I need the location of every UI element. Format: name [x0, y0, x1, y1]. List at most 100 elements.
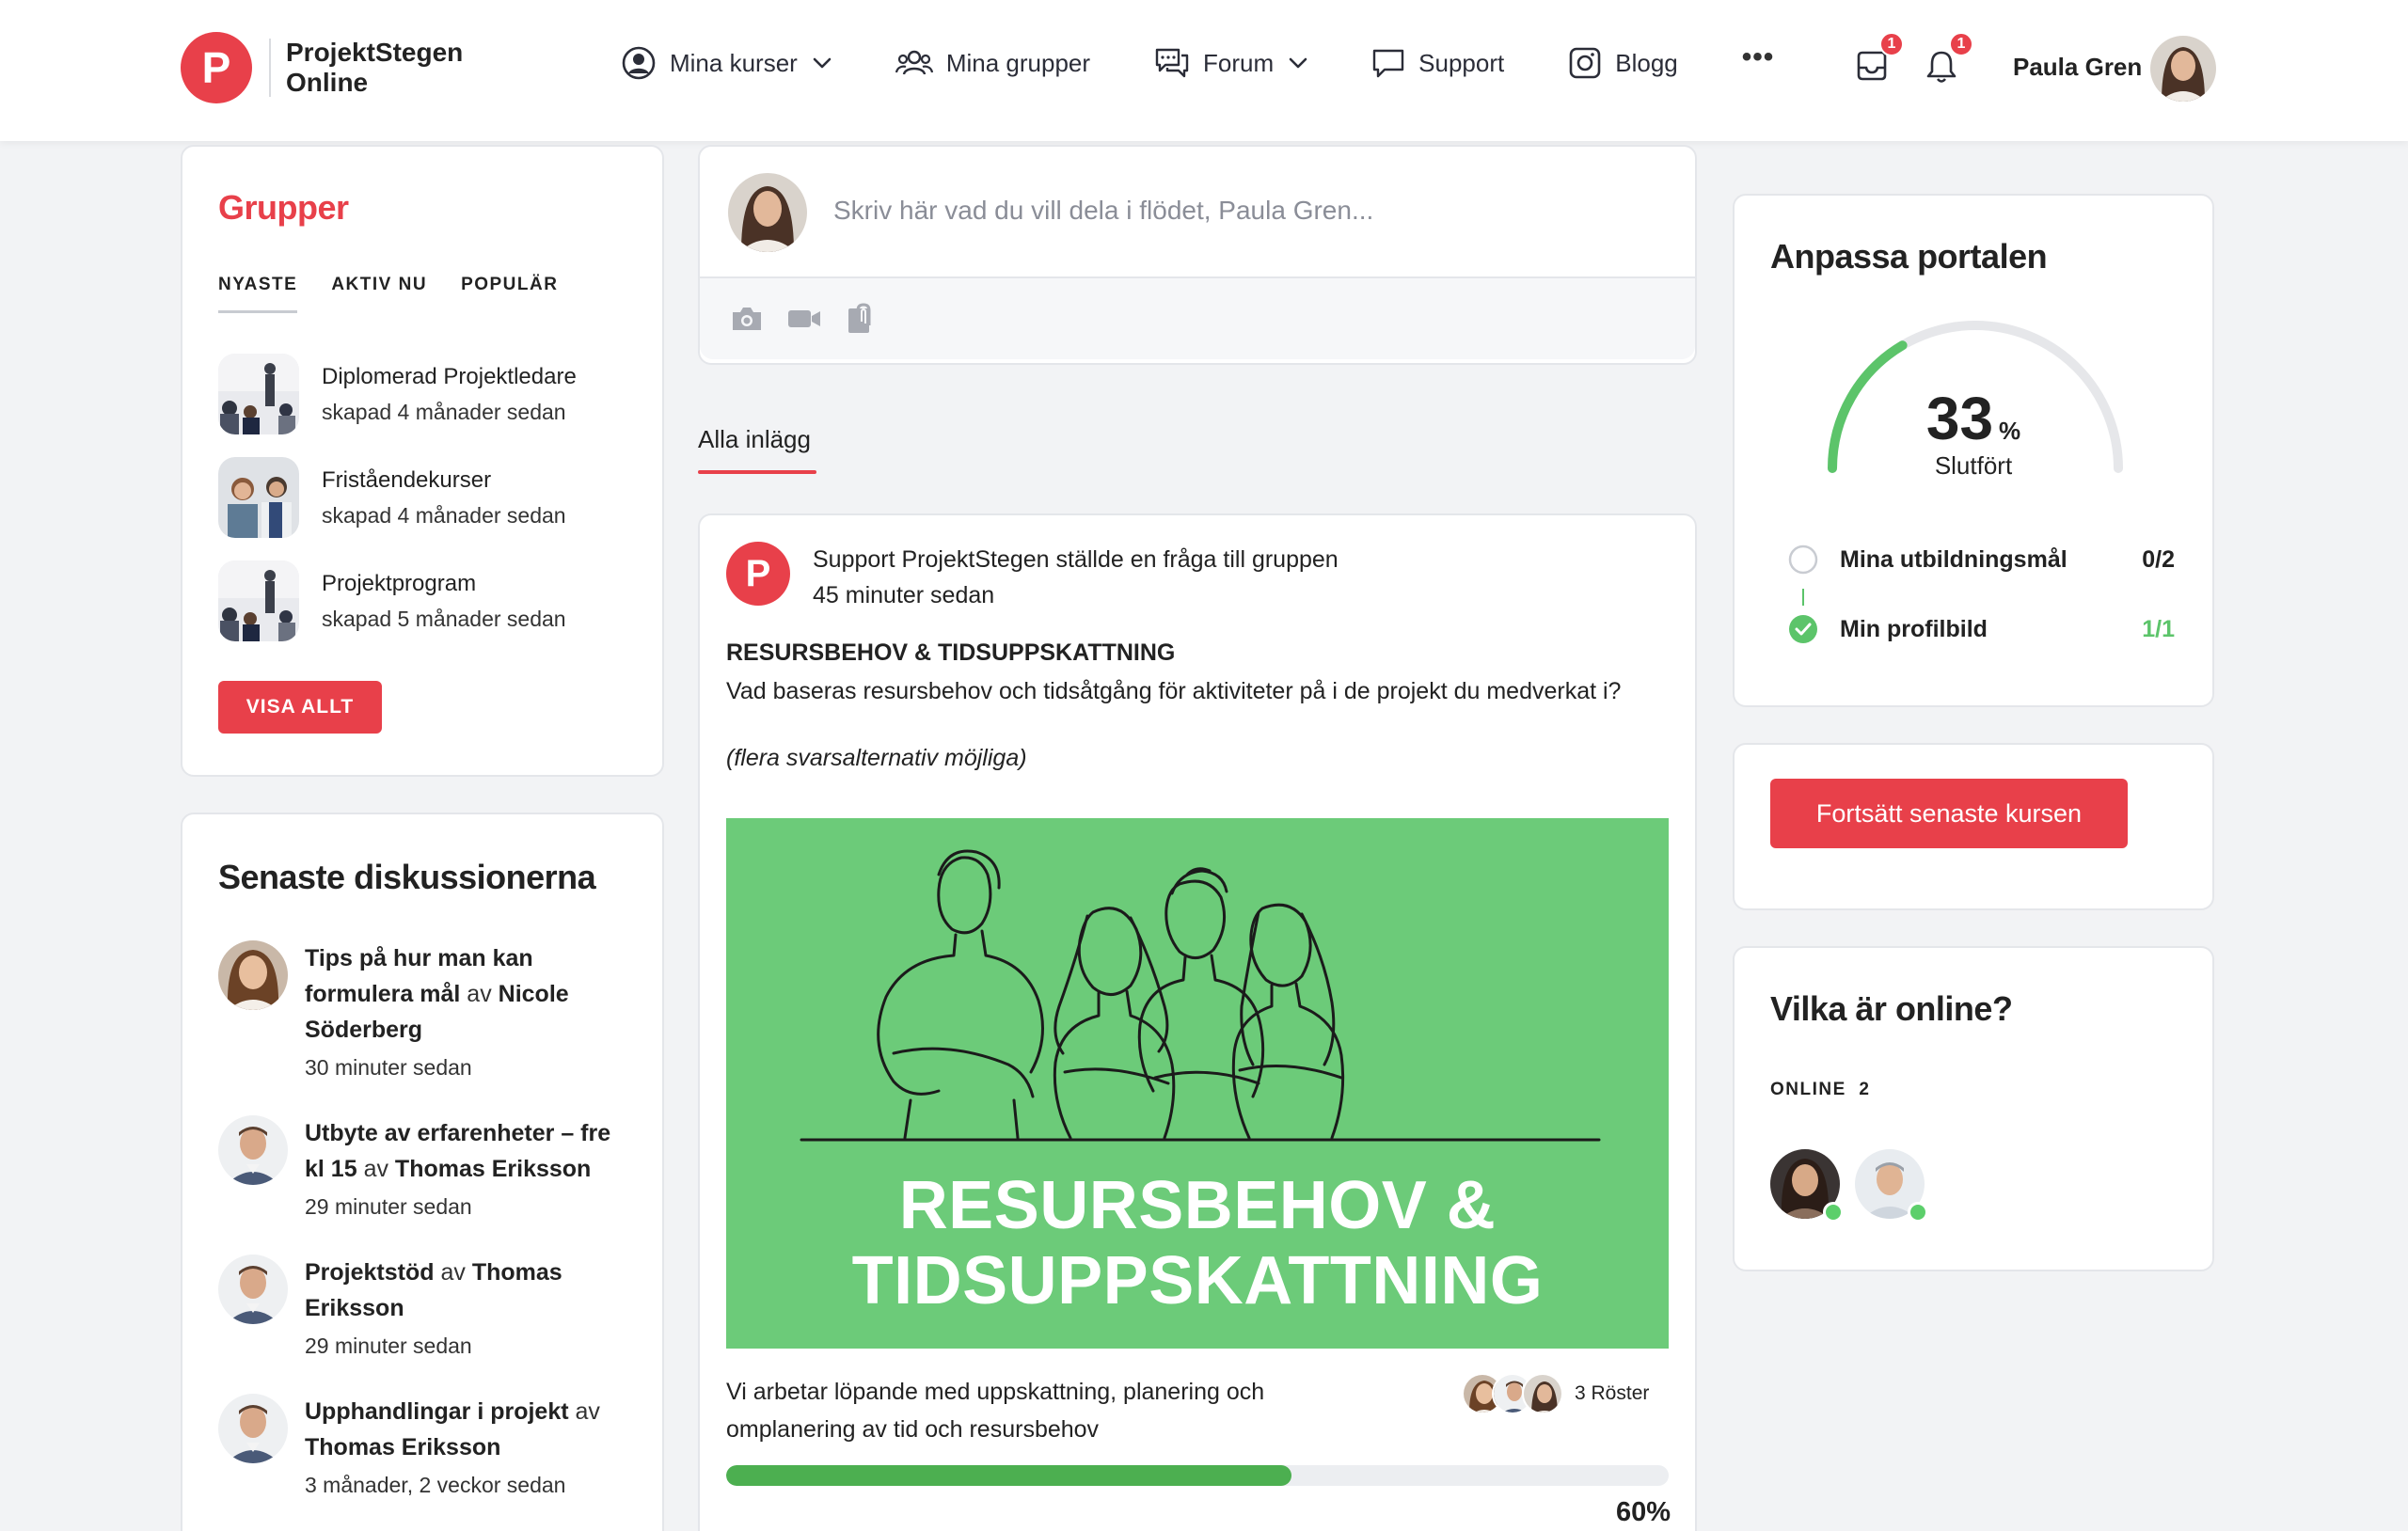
nav-label: Mina kurser [670, 48, 798, 77]
show-all-groups-button[interactable]: VISA ALLT [218, 681, 382, 734]
post-header: Support ProjektStegen ställde en fråga t… [813, 542, 1339, 613]
online-status-dot [1823, 1202, 1844, 1223]
active-tab-indicator [698, 470, 816, 474]
online-user[interactable] [1770, 1149, 1844, 1223]
post-author-line[interactable]: Support ProjektStegen ställde en fråga t… [813, 542, 1339, 577]
discussion-item[interactable]: Projektstöd av Thomas Eriksson 29 minute… [218, 1255, 632, 1359]
discussion-topic: Projektstöd [305, 1259, 435, 1286]
notifications-button[interactable]: 1 [1925, 32, 1973, 85]
online-label: ONLINE [1770, 1080, 1846, 1099]
video-icon[interactable] [786, 307, 822, 331]
blog-icon [1568, 46, 1602, 80]
poll-option[interactable]: Vi arbetar löpande med uppskattning, pla… [726, 1373, 1385, 1448]
poll-vote-count: 3 Röster [1575, 1382, 1650, 1404]
discussion-by: av [467, 981, 492, 1007]
avatar [218, 1255, 288, 1324]
post-input[interactable]: Skriv här vad du vill dela i flödet, Pau… [833, 196, 1373, 226]
nav-label: Mina grupper [945, 48, 1091, 77]
online-user[interactable] [1855, 1149, 1928, 1223]
logo-mark: P [181, 32, 252, 103]
group-image [218, 354, 299, 434]
empty-circle-icon [1787, 544, 1819, 576]
composer-actions [700, 278, 1695, 359]
continue-course-button[interactable]: Fortsätt senaste kursen [1770, 779, 2128, 848]
nav-blogg[interactable]: Blogg [1568, 46, 1678, 80]
post-image[interactable]: RESURSBEHOV & TIDSUPPSKATTNING [726, 818, 1669, 1349]
attachment-icon[interactable] [845, 303, 877, 335]
nav-forum[interactable]: Forum [1154, 46, 1307, 80]
group-item[interactable]: Friståendekurser skapad 4 månader sedan [218, 457, 566, 538]
camera-icon[interactable] [730, 305, 764, 333]
poll-percent: 60% [1615, 1497, 1671, 1527]
online-status-dot [1908, 1202, 1928, 1223]
goal-value: 0/2 [2142, 545, 2175, 573]
bell-icon [1925, 49, 1958, 85]
check-circle-icon [1787, 613, 1819, 645]
poll-progress-fill [726, 1465, 1292, 1486]
post-text: Vad baseras resursbehov och tidsåtgång f… [726, 678, 1622, 704]
poll-progress-bar [726, 1465, 1669, 1486]
nav-mina-grupper[interactable]: Mina grupper [895, 48, 1090, 78]
online-count-label: ONLINE 2 [1770, 1080, 1870, 1100]
discussion-by: av [575, 1398, 600, 1425]
poll-voters[interactable]: 3 Röster [1462, 1373, 1649, 1414]
discussion-item[interactable]: Utbyte av erfarenheter – fre kl 15 av Th… [218, 1115, 632, 1220]
discussion-item[interactable]: Upphandlingar i projekt av Thomas Erikss… [218, 1394, 632, 1498]
groups-title: Grupper [218, 188, 349, 227]
post-image-caption-line-2: TIDSUPPSKATTNING [851, 1243, 1544, 1318]
inbox-button[interactable]: 1 [1855, 32, 1904, 83]
chat-bubble-icon [1371, 47, 1405, 79]
group-image [218, 457, 299, 538]
tab-popular[interactable]: POPULÄR [461, 275, 558, 313]
tab-aktiv-nu[interactable]: AKTIV NU [331, 275, 427, 313]
discussion-time: 30 minuter sedan [305, 1055, 472, 1080]
post-time: 45 minuter sedan [813, 582, 995, 608]
composer-top: Skriv här vad du vill dela i flödet, Pau… [700, 147, 1695, 278]
group-item[interactable]: Projektprogram skapad 5 månader sedan [218, 560, 566, 641]
user-name[interactable]: Paula Gren [2013, 53, 2142, 82]
post-image-caption: RESURSBEHOV & TIDSUPPSKATTNING [726, 1168, 1669, 1318]
group-meta: skapad 4 månader sedan [322, 503, 566, 528]
avatar[interactable] [2150, 36, 2216, 102]
logo-divider [269, 39, 271, 97]
chat-bubbles-icon [1154, 46, 1190, 80]
avatar [218, 1115, 288, 1185]
progress-title: Anpassa portalen [1770, 237, 2048, 276]
group-item[interactable]: Diplomerad Projektledare skapad 4 månade… [218, 354, 577, 434]
chevron-down-icon [813, 57, 832, 69]
goal-connector [1802, 589, 1804, 606]
avatar [218, 940, 288, 1010]
goal-item[interactable]: Min profilbild 1/1 [1787, 613, 2175, 645]
nav-label: Blogg [1615, 48, 1678, 77]
nav-label: Support [1418, 48, 1505, 77]
post-note: (flera svarsalternativ möjliga) [726, 745, 1027, 771]
discussion-by: av [440, 1259, 466, 1286]
logo-text: ProjektStegen Online [286, 38, 463, 98]
post-composer: Skriv här vad du vill dela i flödet, Pau… [698, 145, 1697, 365]
group-name: Diplomerad Projektledare [322, 364, 577, 389]
post-author-avatar[interactable]: P [726, 542, 790, 606]
tab-alla-inlagg[interactable]: Alla inlägg [698, 425, 811, 454]
goal-label: Mina utbildningsmål [1840, 545, 2067, 573]
discussion-time: 29 minuter sedan [305, 1194, 472, 1219]
main-nav: Mina kurser Mina grupper Forum Support B… [621, 41, 1774, 81]
goal-item[interactable]: Mina utbildningsmål 0/2 [1787, 544, 2175, 576]
tab-nyaste[interactable]: NYASTE [218, 275, 298, 313]
group-meta: skapad 4 månader sedan [322, 400, 566, 424]
continue-course-card: Fortsätt senaste kursen [1733, 743, 2214, 910]
progress-label: Slutfört [1934, 451, 2013, 480]
site-logo[interactable]: P ProjektStegen Online [181, 32, 463, 103]
groups-tabs: NYASTE AKTIV NU POPULÄR [218, 275, 592, 313]
more-menu-button[interactable]: ••• [1742, 41, 1775, 73]
group-name: Projektprogram [322, 571, 477, 596]
nav-support[interactable]: Support [1371, 47, 1504, 79]
nav-mina-kurser[interactable]: Mina kurser [621, 45, 832, 81]
post-image-caption-line-1: RESURSBEHOV & [898, 1168, 1497, 1243]
avatar [728, 173, 807, 252]
chevron-down-icon [1289, 57, 1307, 69]
discussion-time: 29 minuter sedan [305, 1334, 472, 1358]
discussion-item[interactable]: Tips på hur man kan formulera mål av Nic… [218, 940, 632, 1081]
online-count: 2 [1859, 1080, 1871, 1099]
discussion-by: av [363, 1156, 388, 1182]
groups-card: Grupper NYASTE AKTIV NU POPULÄR Diplomer… [181, 145, 664, 777]
